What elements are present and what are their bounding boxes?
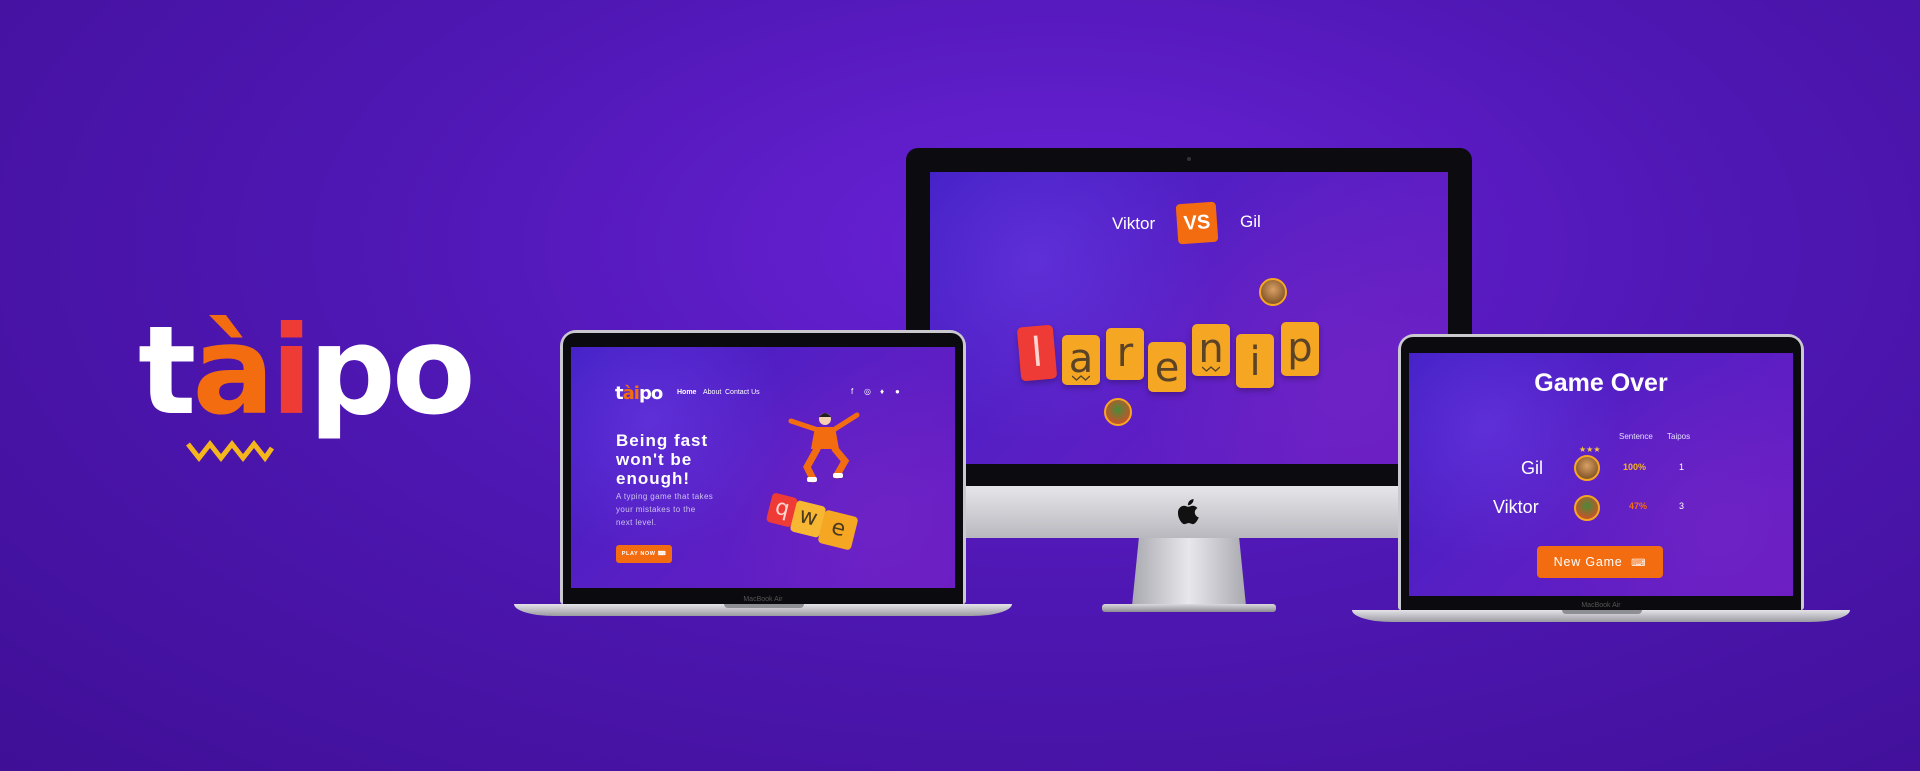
crown-icon: ★★★	[1579, 445, 1601, 454]
nav-home[interactable]: Home	[677, 389, 696, 396]
brand-logo: tàipo	[138, 300, 476, 470]
twitter-icon[interactable]: ♦	[880, 387, 884, 396]
facebook-icon[interactable]: f	[851, 387, 853, 396]
player-left-name: Viktor	[1112, 214, 1156, 233]
hero-title: Being fast won't be enough!	[616, 431, 709, 488]
player-avatar-gil	[1574, 455, 1600, 481]
nav-contact[interactable]: Contact Us	[725, 389, 760, 396]
nav-about[interactable]: About	[703, 389, 721, 396]
imac-stand	[1132, 538, 1246, 606]
gameover-title: Game Over	[1534, 369, 1668, 397]
instagram-icon[interactable]: ◎	[864, 387, 871, 396]
player-name-viktor: Viktor	[1493, 497, 1539, 517]
player-avatar-gil	[1259, 278, 1287, 306]
gameover-screen: Game Over Sentence Taipos Gil ★★★ 100% 1…	[1409, 353, 1793, 596]
brand-wordmark: tàipo	[138, 300, 476, 442]
player-avatar-viktor	[1574, 495, 1600, 521]
sentence-score-viktor: 47%	[1629, 501, 1648, 511]
laptop-gameover-device: Game Over Sentence Taipos Gil ★★★ 100% 1…	[1352, 334, 1850, 624]
squiggle-icon	[1202, 366, 1220, 372]
hero-subtitle: A typing game that takes your mistakes t…	[616, 492, 714, 527]
imac-camera	[1187, 157, 1191, 161]
device-label: MacBook Air	[743, 596, 783, 603]
device-label: MacBook Air	[1581, 602, 1621, 609]
play-now-button[interactable]: PLAY NOW ⌨	[616, 545, 672, 563]
taipos-count-viktor: 3	[1679, 501, 1685, 511]
laptop-landing-device: tàipo Home About Contact Us f ◎ ♦ ● Bein…	[514, 330, 1012, 620]
letter-tile: i	[1236, 334, 1274, 388]
col-header-taipos: Taipos	[1667, 432, 1691, 441]
letter-tile: l	[1016, 324, 1058, 382]
tile-e: e	[817, 509, 859, 551]
letter-tile: r	[1106, 328, 1144, 380]
letter-tile: e	[1148, 342, 1186, 392]
player-name-gil: Gil	[1521, 458, 1543, 478]
zigzag-underline-icon	[186, 439, 274, 463]
letter-tile: n	[1192, 324, 1230, 376]
apple-logo-icon	[1178, 499, 1199, 525]
laptop-notch	[724, 604, 804, 608]
vs-badge: VS	[1175, 201, 1219, 245]
github-icon[interactable]: ●	[895, 387, 900, 396]
keyboard-icon: ⌨	[657, 551, 667, 557]
player-avatar-viktor	[1104, 398, 1132, 426]
landing-logo[interactable]: tàipo	[615, 383, 663, 404]
jumping-character-illustration	[788, 412, 860, 483]
col-header-sentence: Sentence	[1619, 432, 1653, 441]
laptop-notch	[1562, 610, 1642, 614]
keyboard-icon: ⌨	[1631, 558, 1647, 569]
landing-screen: tàipo Home About Contact Us f ◎ ♦ ● Bein…	[571, 347, 955, 588]
letter-tile: a	[1062, 335, 1100, 385]
player-right-name: Gil	[1240, 212, 1261, 231]
squiggle-icon	[1072, 375, 1090, 381]
letter-tile: p	[1281, 322, 1319, 376]
imac-foot	[1102, 604, 1276, 612]
new-game-button[interactable]: New Game ⌨	[1537, 546, 1663, 578]
taipos-count-gil: 1	[1679, 462, 1685, 472]
sentence-score-gil: 100%	[1623, 462, 1647, 472]
